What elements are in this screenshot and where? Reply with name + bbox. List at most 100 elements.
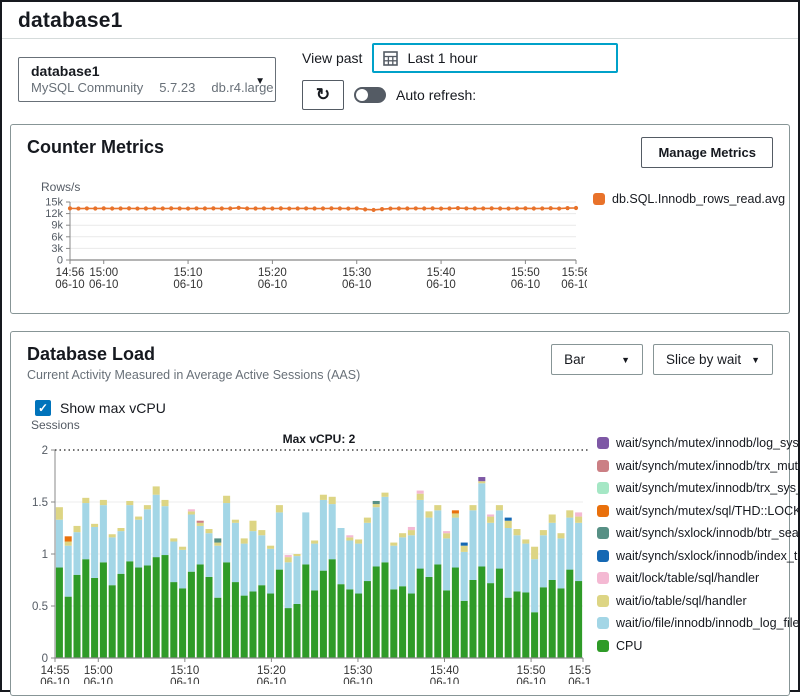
svg-text:06-10: 06-10 bbox=[430, 677, 459, 684]
legend-item[interactable]: wait/synch/mutex/sql/THD::LOCK_quer bbox=[597, 504, 800, 518]
chevron-down-icon: ▼ bbox=[255, 76, 265, 87]
legend-label: wait/synch/mutex/innodb/trx_sys_mut bbox=[616, 481, 800, 495]
refresh-button[interactable]: ↻ bbox=[302, 80, 344, 110]
svg-text:06-10: 06-10 bbox=[89, 279, 118, 291]
legend-swatch bbox=[593, 193, 605, 205]
time-range-value: Last 1 hour bbox=[407, 50, 477, 66]
svg-text:15:40: 15:40 bbox=[430, 665, 459, 677]
db-version: 5.7.23 bbox=[159, 80, 195, 95]
auto-refresh-toggle[interactable] bbox=[354, 87, 386, 103]
slice-by-dropdown[interactable]: Slice by wait ▼ bbox=[653, 344, 773, 375]
legend-label: wait/synch/mutex/innodb/trx_mutex bbox=[616, 459, 800, 473]
legend-item[interactable]: CPU bbox=[597, 639, 800, 653]
svg-text:15:20: 15:20 bbox=[258, 267, 287, 279]
svg-text:0.5: 0.5 bbox=[32, 601, 48, 613]
svg-text:15:00: 15:00 bbox=[84, 665, 113, 677]
legend-item[interactable]: wait/lock/table/sql/handler bbox=[597, 571, 800, 585]
chart-type-dropdown[interactable]: Bar ▼ bbox=[551, 344, 643, 375]
legend-swatch bbox=[597, 527, 609, 539]
legend-label: db.SQL.Innodb_rows_read.avg bbox=[612, 192, 785, 206]
svg-text:15:50: 15:50 bbox=[511, 267, 540, 279]
svg-text:14:55: 14:55 bbox=[41, 665, 70, 677]
chevron-down-icon: ▼ bbox=[621, 355, 630, 365]
legend-swatch bbox=[597, 572, 609, 584]
counter-metrics-panel: Counter Metrics Manage Metrics Rows/s 15… bbox=[10, 124, 790, 314]
svg-text:06-10: 06-10 bbox=[516, 677, 545, 684]
legend-item[interactable]: wait/synch/sxlock/innodb/index_tree bbox=[597, 549, 800, 563]
svg-text:06-10: 06-10 bbox=[173, 279, 202, 291]
legend-label: wait/synch/mutex/innodb/log_sys_wri bbox=[616, 436, 800, 450]
legend-swatch bbox=[597, 550, 609, 562]
legend-item[interactable]: wait/synch/mutex/innodb/trx_sys_mut bbox=[597, 481, 800, 495]
toggle-knob bbox=[356, 89, 368, 101]
svg-text:06-10: 06-10 bbox=[342, 279, 371, 291]
legend-swatch bbox=[597, 505, 609, 517]
svg-text:06-10: 06-10 bbox=[170, 677, 199, 684]
svg-text:12k: 12k bbox=[45, 208, 63, 220]
svg-text:06-10: 06-10 bbox=[258, 279, 287, 291]
svg-text:15:56: 15:56 bbox=[569, 665, 591, 677]
svg-text:15:10: 15:10 bbox=[174, 267, 203, 279]
chevron-down-icon: ▼ bbox=[751, 355, 760, 365]
svg-text:1.5: 1.5 bbox=[32, 497, 48, 509]
legend-swatch bbox=[597, 437, 609, 449]
database-selector-meta: MySQL Community 5.7.23 db.r4.large bbox=[31, 80, 247, 95]
svg-text:15:50: 15:50 bbox=[517, 665, 546, 677]
load-legend: wait/synch/mutex/innodb/log_sys_wri wait/… bbox=[597, 436, 800, 689]
load-chart-area: Sessions 00.511.52Max vCPU: 214:5506-101… bbox=[11, 416, 789, 695]
time-range-input[interactable]: Last 1 hour bbox=[372, 43, 618, 73]
database-load-panel: Database Load Current Activity Measured … bbox=[10, 331, 790, 696]
database-selector-name: database1 bbox=[31, 63, 247, 79]
svg-text:06-10: 06-10 bbox=[40, 677, 69, 684]
svg-text:06-10: 06-10 bbox=[55, 279, 84, 291]
legend-label: wait/lock/table/sql/handler bbox=[616, 571, 759, 585]
svg-text:2: 2 bbox=[42, 445, 48, 457]
legend-item[interactable]: wait/io/table/sql/handler bbox=[597, 594, 800, 608]
legend-label: wait/io/file/innodb/innodb_log_file bbox=[616, 616, 799, 630]
svg-text:1: 1 bbox=[42, 549, 48, 561]
legend-item[interactable]: db.SQL.Innodb_rows_read.avg bbox=[593, 192, 785, 206]
legend-item[interactable]: wait/synch/mutex/innodb/trx_mutex bbox=[597, 459, 800, 473]
legend-item[interactable]: wait/synch/sxlock/innodb/btr_search bbox=[597, 526, 800, 540]
refresh-icon: ↻ bbox=[316, 85, 330, 104]
svg-text:0: 0 bbox=[57, 255, 63, 267]
database-selector[interactable]: database1 MySQL Community 5.7.23 db.r4.l… bbox=[18, 57, 276, 102]
svg-text:15:30: 15:30 bbox=[344, 665, 373, 677]
svg-text:15:56: 15:56 bbox=[562, 267, 587, 279]
legend-label: CPU bbox=[616, 639, 642, 653]
counter-legend: db.SQL.Innodb_rows_read.avg bbox=[593, 192, 785, 303]
legend-label: wait/io/table/sql/handler bbox=[616, 594, 747, 608]
svg-text:15k: 15k bbox=[45, 197, 63, 209]
database-load-chart[interactable]: 00.511.52Max vCPU: 214:5506-1015:0006-10… bbox=[25, 432, 591, 684]
counter-metrics-chart[interactable]: 15k12k9k6k3k014:5606-1015:0006-1015:1006… bbox=[25, 194, 587, 298]
legend-item[interactable]: wait/io/file/innodb/innodb_log_file bbox=[597, 616, 800, 630]
legend-item[interactable]: wait/synch/mutex/innodb/log_sys_wri bbox=[597, 436, 800, 450]
legend-swatch bbox=[597, 482, 609, 494]
manage-metrics-button[interactable]: Manage Metrics bbox=[641, 137, 773, 168]
legend-label: wait/synch/mutex/sql/THD::LOCK_quer bbox=[616, 504, 800, 518]
slice-by-value: Slice by wait bbox=[666, 352, 741, 367]
legend-label: wait/synch/sxlock/innodb/btr_search bbox=[616, 526, 800, 540]
legend-swatch bbox=[597, 460, 609, 472]
auto-refresh-label: Auto refresh: bbox=[396, 87, 476, 103]
svg-text:06-10: 06-10 bbox=[426, 279, 455, 291]
database-load-title: Database Load bbox=[27, 344, 360, 365]
svg-text:Max vCPU: 2: Max vCPU: 2 bbox=[283, 432, 356, 446]
page-header: database1 bbox=[2, 2, 798, 39]
svg-text:06-10: 06-10 bbox=[257, 677, 286, 684]
top-controls: database1 MySQL Community 5.7.23 db.r4.l… bbox=[2, 39, 798, 116]
legend-swatch bbox=[597, 595, 609, 607]
svg-text:15:10: 15:10 bbox=[170, 665, 199, 677]
legend-swatch bbox=[597, 640, 609, 652]
show-max-vcpu-checkbox[interactable]: ✓ bbox=[35, 400, 51, 416]
svg-text:06-10: 06-10 bbox=[511, 279, 540, 291]
svg-text:3k: 3k bbox=[51, 243, 63, 255]
show-max-vcpu-row: ✓ Show max vCPU bbox=[11, 388, 789, 416]
legend-swatch bbox=[597, 617, 609, 629]
svg-text:0: 0 bbox=[42, 653, 48, 665]
svg-text:06-10: 06-10 bbox=[568, 677, 591, 684]
view-past-label: View past bbox=[302, 50, 362, 66]
page-title: database1 bbox=[18, 9, 782, 33]
counter-ylabel: Rows/s bbox=[41, 180, 587, 194]
db-engine: MySQL Community bbox=[31, 80, 143, 95]
